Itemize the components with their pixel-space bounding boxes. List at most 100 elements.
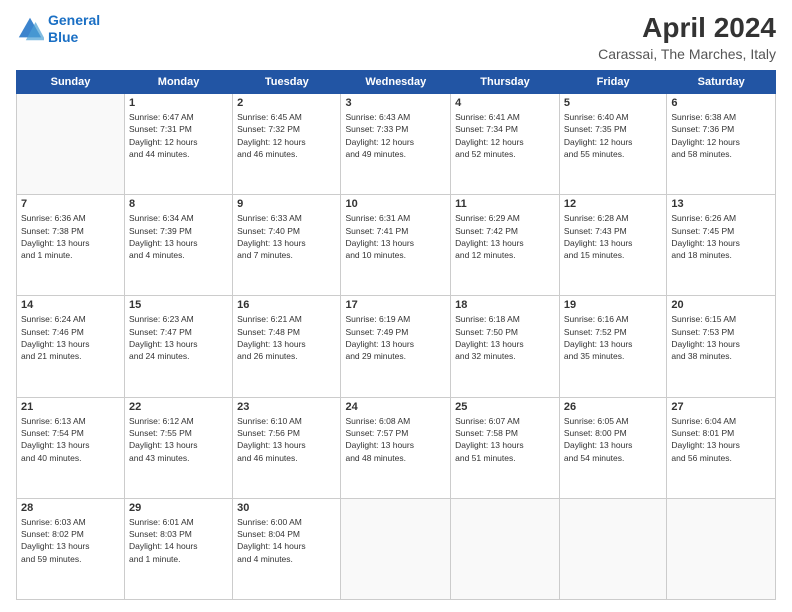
- day-info: Sunrise: 6:33 AM Sunset: 7:40 PM Dayligh…: [237, 212, 336, 261]
- day-info: Sunrise: 6:28 AM Sunset: 7:43 PM Dayligh…: [564, 212, 662, 261]
- calendar-cell: 25 Sunrise: 6:07 AM Sunset: 7:58 PM Dayli…: [451, 397, 560, 498]
- calendar-cell: 2Sunrise: 6:45 AM Sunset: 7:32 PM Daylig…: [233, 94, 341, 195]
- calendar-cell: [667, 498, 776, 599]
- day-info: Sunrise: 6:40 AM Sunset: 7:35 PM Dayligh…: [564, 111, 662, 160]
- day-number: 28: [21, 502, 120, 514]
- day-number: 5: [564, 97, 662, 109]
- day-info: Sunrise: 6:36 AM Sunset: 7:38 PM Dayligh…: [21, 212, 120, 261]
- calendar-cell: [17, 94, 125, 195]
- calendar-cell: [341, 498, 451, 599]
- day-info: Sunrise: 6:24 AM Sunset: 7:46 PM Dayligh…: [21, 313, 120, 362]
- logo-line1: General: [48, 12, 100, 28]
- logo-line2: Blue: [48, 29, 78, 45]
- calendar-cell: [559, 498, 666, 599]
- day-info: Sunrise: 6:31 AM Sunset: 7:41 PM Dayligh…: [345, 212, 446, 261]
- day-number: 19: [564, 299, 662, 311]
- calendar-cell: 10 Sunrise: 6:31 AM Sunset: 7:41 PM Dayli…: [341, 195, 451, 296]
- day-info: Sunrise: 6:12 AM Sunset: 7:55 PM Dayligh…: [129, 415, 228, 464]
- day-number: 3: [345, 97, 446, 109]
- calendar-cell: 19 Sunrise: 6:16 AM Sunset: 7:52 PM Dayli…: [559, 296, 666, 397]
- day-number: 16: [237, 299, 336, 311]
- calendar-cell: 12 Sunrise: 6:28 AM Sunset: 7:43 PM Dayli…: [559, 195, 666, 296]
- weekday-header: Thursday: [451, 71, 560, 94]
- day-info: Sunrise: 6:21 AM Sunset: 7:48 PM Dayligh…: [237, 313, 336, 362]
- day-info: Sunrise: 6:05 AM Sunset: 8:00 PM Dayligh…: [564, 415, 662, 464]
- day-number: 24: [345, 401, 446, 413]
- day-number: 26: [564, 401, 662, 413]
- calendar-cell: 16 Sunrise: 6:21 AM Sunset: 7:48 PM Dayli…: [233, 296, 341, 397]
- day-number: 7: [21, 198, 120, 210]
- calendar-cell: 27 Sunrise: 6:04 AM Sunset: 8:01 PM Dayli…: [667, 397, 776, 498]
- day-number: 30: [237, 502, 336, 514]
- calendar-header-row: SundayMondayTuesdayWednesdayThursdayFrid…: [17, 71, 776, 94]
- calendar-week-row: 1 Sunrise: 6:47 AM Sunset: 7:31 PM Daylig…: [17, 94, 776, 195]
- calendar-cell: 4 Sunrise: 6:41 AM Sunset: 7:34 PM Daylig…: [451, 94, 560, 195]
- day-number: 25: [455, 401, 555, 413]
- calendar-cell: 13 Sunrise: 6:26 AM Sunset: 7:45 PM Dayli…: [667, 195, 776, 296]
- day-number: 11: [455, 198, 555, 210]
- weekday-header: Sunday: [17, 71, 125, 94]
- day-info: Sunrise: 6:23 AM Sunset: 7:47 PM Dayligh…: [129, 313, 228, 362]
- main-title: April 2024: [598, 12, 776, 44]
- day-info: Sunrise: 6:07 AM Sunset: 7:58 PM Dayligh…: [455, 415, 555, 464]
- weekday-header: Tuesday: [233, 71, 341, 94]
- day-info: Sunrise: 6:08 AM Sunset: 7:57 PM Dayligh…: [345, 415, 446, 464]
- day-number: 20: [671, 299, 771, 311]
- day-info: Sunrise: 6:29 AM Sunset: 7:42 PM Dayligh…: [455, 212, 555, 261]
- day-number: 1: [129, 97, 228, 109]
- day-number: 18: [455, 299, 555, 311]
- calendar-cell: 29Sunrise: 6:01 AM Sunset: 8:03 PM Dayli…: [125, 498, 233, 599]
- calendar-cell: 8Sunrise: 6:34 AM Sunset: 7:39 PM Daylig…: [125, 195, 233, 296]
- day-number: 8: [129, 198, 228, 210]
- day-number: 2: [237, 97, 336, 109]
- day-info: Sunrise: 6:13 AM Sunset: 7:54 PM Dayligh…: [21, 415, 120, 464]
- calendar-table: SundayMondayTuesdayWednesdayThursdayFrid…: [16, 70, 776, 600]
- day-number: 4: [455, 97, 555, 109]
- day-info: Sunrise: 6:19 AM Sunset: 7:49 PM Dayligh…: [345, 313, 446, 362]
- logo-text: General Blue: [48, 12, 100, 46]
- sub-title: Carassai, The Marches, Italy: [598, 46, 776, 62]
- title-block: April 2024 Carassai, The Marches, Italy: [598, 12, 776, 62]
- calendar-cell: 3 Sunrise: 6:43 AM Sunset: 7:33 PM Daylig…: [341, 94, 451, 195]
- calendar-cell: 30Sunrise: 6:00 AM Sunset: 8:04 PM Dayli…: [233, 498, 341, 599]
- day-info: Sunrise: 6:04 AM Sunset: 8:01 PM Dayligh…: [671, 415, 771, 464]
- day-number: 15: [129, 299, 228, 311]
- calendar-cell: 15 Sunrise: 6:23 AM Sunset: 7:47 PM Dayli…: [125, 296, 233, 397]
- calendar-week-row: 14 Sunrise: 6:24 AM Sunset: 7:46 PM Dayli…: [17, 296, 776, 397]
- day-number: 14: [21, 299, 120, 311]
- day-info: Sunrise: 6:16 AM Sunset: 7:52 PM Dayligh…: [564, 313, 662, 362]
- day-number: 27: [671, 401, 771, 413]
- day-info: Sunrise: 6:41 AM Sunset: 7:34 PM Dayligh…: [455, 111, 555, 160]
- calendar-week-row: 7 Sunrise: 6:36 AM Sunset: 7:38 PM Daylig…: [17, 195, 776, 296]
- calendar-cell: 1 Sunrise: 6:47 AM Sunset: 7:31 PM Daylig…: [125, 94, 233, 195]
- calendar-cell: 14 Sunrise: 6:24 AM Sunset: 7:46 PM Dayli…: [17, 296, 125, 397]
- calendar-cell: 5 Sunrise: 6:40 AM Sunset: 7:35 PM Daylig…: [559, 94, 666, 195]
- day-number: 13: [671, 198, 771, 210]
- calendar-cell: 26 Sunrise: 6:05 AM Sunset: 8:00 PM Dayli…: [559, 397, 666, 498]
- day-number: 12: [564, 198, 662, 210]
- calendar-cell: 21 Sunrise: 6:13 AM Sunset: 7:54 PM Dayli…: [17, 397, 125, 498]
- calendar-cell: 22Sunrise: 6:12 AM Sunset: 7:55 PM Dayli…: [125, 397, 233, 498]
- calendar-week-row: 28 Sunrise: 6:03 AM Sunset: 8:02 PM Dayli…: [17, 498, 776, 599]
- day-info: Sunrise: 6:47 AM Sunset: 7:31 PM Dayligh…: [129, 111, 228, 160]
- weekday-header: Saturday: [667, 71, 776, 94]
- day-info: Sunrise: 6:18 AM Sunset: 7:50 PM Dayligh…: [455, 313, 555, 362]
- day-info: Sunrise: 6:43 AM Sunset: 7:33 PM Dayligh…: [345, 111, 446, 160]
- weekday-header: Friday: [559, 71, 666, 94]
- day-info: Sunrise: 6:26 AM Sunset: 7:45 PM Dayligh…: [671, 212, 771, 261]
- day-info: Sunrise: 6:15 AM Sunset: 7:53 PM Dayligh…: [671, 313, 771, 362]
- day-number: 10: [345, 198, 446, 210]
- calendar-cell: 20 Sunrise: 6:15 AM Sunset: 7:53 PM Dayli…: [667, 296, 776, 397]
- calendar-cell: 17Sunrise: 6:19 AM Sunset: 7:49 PM Dayli…: [341, 296, 451, 397]
- calendar-cell: 23Sunrise: 6:10 AM Sunset: 7:56 PM Dayli…: [233, 397, 341, 498]
- calendar-week-row: 21 Sunrise: 6:13 AM Sunset: 7:54 PM Dayli…: [17, 397, 776, 498]
- calendar-cell: 6Sunrise: 6:38 AM Sunset: 7:36 PM Daylig…: [667, 94, 776, 195]
- day-number: 21: [21, 401, 120, 413]
- calendar-cell: 28 Sunrise: 6:03 AM Sunset: 8:02 PM Dayli…: [17, 498, 125, 599]
- calendar-cell: 11 Sunrise: 6:29 AM Sunset: 7:42 PM Dayli…: [451, 195, 560, 296]
- day-info: Sunrise: 6:03 AM Sunset: 8:02 PM Dayligh…: [21, 516, 120, 565]
- day-info: Sunrise: 6:10 AM Sunset: 7:56 PM Dayligh…: [237, 415, 336, 464]
- calendar-cell: 18 Sunrise: 6:18 AM Sunset: 7:50 PM Dayli…: [451, 296, 560, 397]
- weekday-header: Monday: [125, 71, 233, 94]
- page: General Blue April 2024 Carassai, The Ma…: [0, 0, 792, 612]
